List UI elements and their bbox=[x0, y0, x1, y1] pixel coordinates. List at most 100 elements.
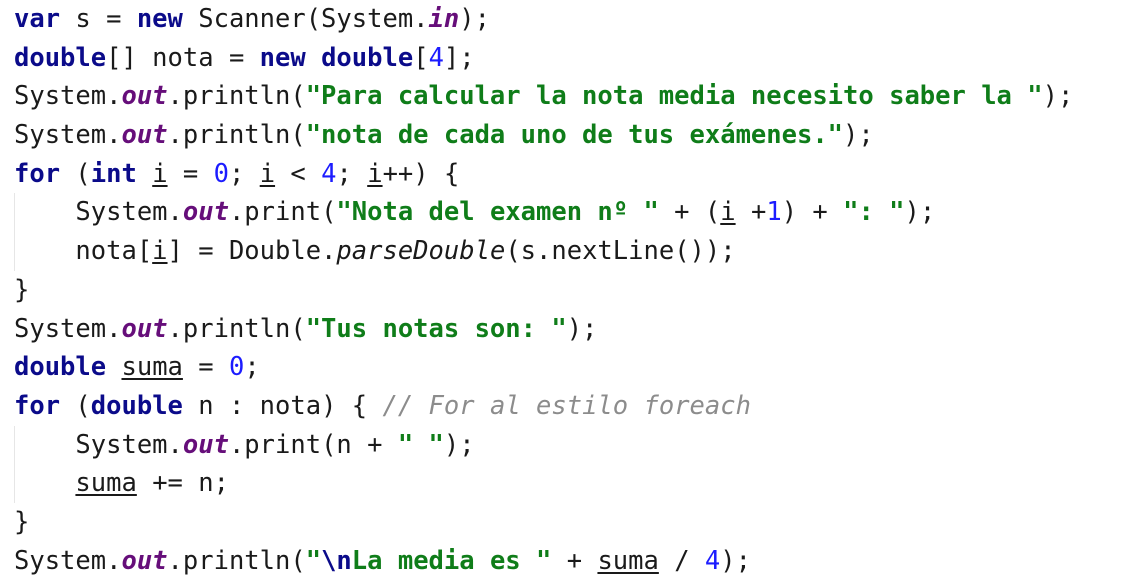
code-token: int bbox=[90, 158, 137, 189]
code-token: ]; bbox=[443, 42, 475, 73]
code-token: 0 bbox=[213, 158, 229, 189]
code-token: " " bbox=[397, 429, 444, 460]
code-token: ( bbox=[60, 158, 91, 189]
code-token: s = bbox=[60, 4, 137, 34]
code-token: } bbox=[14, 506, 30, 537]
code-token: System. bbox=[14, 81, 122, 112]
code-token: .println( bbox=[167, 81, 306, 112]
code-token: ); bbox=[1042, 81, 1074, 112]
code-token: System. bbox=[14, 545, 122, 576]
code-token: in bbox=[428, 4, 460, 34]
code-line[interactable]: suma += n; bbox=[0, 464, 1127, 503]
code-token: } bbox=[14, 274, 30, 305]
code-token: / bbox=[658, 545, 705, 576]
code-token: ": " bbox=[843, 197, 905, 228]
code-token: ; bbox=[336, 158, 368, 189]
code-token: for bbox=[14, 158, 61, 189]
code-token: ); bbox=[843, 120, 874, 151]
code-token: var bbox=[14, 4, 61, 34]
code-token: + bbox=[551, 545, 598, 576]
code-line[interactable]: for (double n : nota) { // For al estilo… bbox=[0, 387, 1127, 426]
code-line[interactable]: System.out.print("Nota del examen nº " +… bbox=[0, 193, 1127, 233]
code-token: System. bbox=[14, 197, 183, 228]
indent-guide bbox=[14, 464, 15, 503]
code-token: new bbox=[259, 42, 306, 73]
code-token: out bbox=[182, 197, 229, 228]
code-token: out bbox=[121, 120, 168, 151]
code-token: System. bbox=[14, 120, 122, 151]
code-token: 0 bbox=[228, 352, 245, 383]
code-token: ); bbox=[904, 197, 936, 228]
code-token: (s.nextLine()); bbox=[505, 236, 736, 267]
code-line[interactable]: System.out.println("Para calcular la not… bbox=[0, 77, 1127, 116]
code-token: ) + bbox=[781, 197, 844, 228]
code-token: < bbox=[275, 158, 322, 189]
code-token: ; bbox=[228, 158, 260, 189]
code-token: ); bbox=[443, 429, 475, 460]
code-token: 4 bbox=[704, 545, 721, 576]
code-token: n : nota) { bbox=[182, 390, 383, 421]
code-token: suma bbox=[597, 545, 659, 576]
code-token: "Nota del examen nº " bbox=[336, 197, 659, 228]
code-token: "Para calcular la nota media necesito sa… bbox=[305, 81, 1043, 112]
code-token: " bbox=[305, 545, 322, 576]
code-editor[interactable]: var s = new Scanner(System.in); double[] … bbox=[0, 0, 1127, 587]
code-token: out bbox=[121, 545, 168, 576]
code-token: 4 bbox=[321, 158, 337, 189]
code-token: new bbox=[136, 4, 183, 34]
code-token: ; bbox=[244, 352, 260, 383]
code-token: i bbox=[152, 158, 168, 189]
code-line[interactable]: nota[i] = Double.parseDouble(s.nextLine(… bbox=[0, 232, 1127, 271]
code-token: i bbox=[367, 158, 383, 189]
code-line[interactable]: System.out.print(n + " "); bbox=[0, 425, 1127, 465]
code-line[interactable]: var s = new Scanner(System.in); bbox=[0, 0, 1127, 39]
code-token: ( bbox=[60, 390, 91, 421]
code-token: La media es " bbox=[351, 545, 552, 576]
code-token: = bbox=[167, 158, 214, 189]
code-token: System. bbox=[14, 313, 122, 344]
indent-guide bbox=[14, 232, 15, 271]
indent-guide bbox=[14, 425, 15, 465]
code-line[interactable]: System.out.println("nota de cada uno de … bbox=[0, 116, 1127, 155]
code-token: parseDouble bbox=[336, 236, 506, 267]
code-token: double bbox=[14, 42, 107, 73]
code-token: [ bbox=[413, 42, 429, 73]
code-token: "Tus notas son: " bbox=[305, 313, 567, 344]
code-line[interactable]: System.out.println("\nLa media es " + su… bbox=[0, 542, 1127, 581]
indent-guide bbox=[14, 193, 15, 233]
code-token: // For al estilo foreach bbox=[382, 390, 751, 421]
code-token: Scanner(System. bbox=[182, 4, 429, 34]
code-token: ); bbox=[566, 313, 598, 344]
code-token: += n; bbox=[136, 468, 229, 499]
code-token: double bbox=[14, 352, 107, 383]
code-token: .println( bbox=[167, 313, 306, 344]
code-token: i bbox=[259, 158, 276, 189]
code-token: i bbox=[720, 197, 736, 228]
code-line[interactable]: System.out.println("Tus notas son: "); bbox=[0, 310, 1127, 349]
code-token: + bbox=[735, 197, 767, 228]
code-token: 4 bbox=[428, 42, 444, 73]
code-token: out bbox=[121, 81, 168, 112]
code-token: "nota de cada uno de tus exámenes." bbox=[305, 120, 844, 151]
code-line[interactable]: } bbox=[0, 271, 1127, 310]
code-token: nota[ bbox=[14, 236, 153, 267]
code-token: .println( bbox=[167, 545, 306, 576]
code-line[interactable]: for (int i = 0; i < 4; i++) { bbox=[0, 155, 1127, 194]
code-token: for bbox=[14, 390, 61, 421]
code-token: double bbox=[90, 390, 183, 421]
code-line[interactable]: } bbox=[0, 503, 1127, 542]
code-token: ); bbox=[720, 545, 751, 576]
code-token: ); bbox=[459, 4, 490, 34]
code-line[interactable]: double[] nota = new double[4]; bbox=[0, 39, 1127, 78]
code-token: double bbox=[321, 42, 414, 73]
code-token: = bbox=[182, 352, 229, 383]
code-token: suma bbox=[121, 352, 183, 383]
code-token: out bbox=[121, 313, 168, 344]
code-token: [] nota = bbox=[106, 42, 260, 73]
code-token: 1 bbox=[766, 197, 782, 228]
code-token: ] = Double. bbox=[167, 236, 337, 267]
code-line[interactable]: double suma = 0; bbox=[0, 348, 1127, 387]
